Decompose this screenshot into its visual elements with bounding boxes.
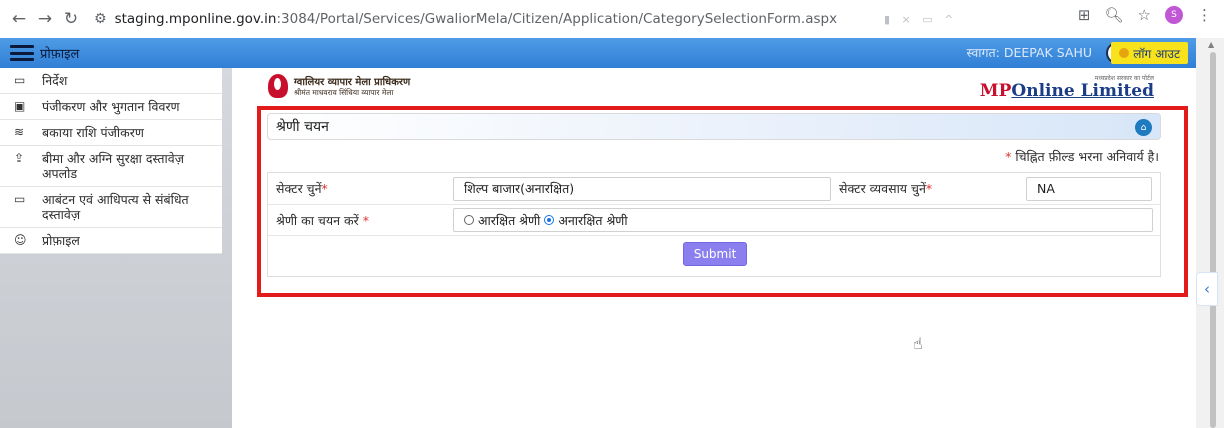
sidebar-item-instructions[interactable]: ▭ निर्देश <box>0 68 222 94</box>
home-icon[interactable]: ⌂ <box>1135 119 1152 136</box>
back-icon[interactable]: ← <box>6 6 32 32</box>
upload-icon: ⇪ <box>14 151 25 165</box>
sidebar-item-label: बकाया राशि पंजीकरण <box>42 125 144 140</box>
sidebar-item-allotment-docs[interactable]: ▭ आबंटन एवं आधिपत्य से संबंधित दस्तावेज़ <box>0 187 222 228</box>
money-icon: ≋ <box>14 125 25 139</box>
sidebar-item-registration[interactable]: ▣ पंजीकरण और भुगतान विवरण <box>0 94 222 120</box>
sidebar-item-label: बीमा और अग्नि सुरक्षा दस्तावेज़ अपलोड <box>42 151 184 181</box>
radio-unreserved[interactable]: अनारक्षित श्रेणी <box>544 212 628 229</box>
logo-left-line1: ग्वालियर व्यापार मेला प्राधिकरण <box>294 77 411 88</box>
welcome-text: स्वागत: DEEPAK SAHU <box>966 45 1092 60</box>
sidebar-menu: ▭ निर्देश ▣ पंजीकरण और भुगतान विवरण ≋ बक… <box>0 68 222 254</box>
sidebar-item-label: प्रोफ़ाइल <box>42 233 80 248</box>
logo-strip: ग्वालियर व्यापार मेला प्राधिकरण श्रीमंत … <box>268 74 1162 104</box>
sidebar-item-label: निर्देश <box>42 73 68 88</box>
sector-label: सेक्टर चुनें* <box>268 180 453 197</box>
side-panel-toggle-icon[interactable]: ‹ <box>1196 272 1218 306</box>
sector-label-text: सेक्टर चुनें <box>276 181 322 196</box>
category-label-text: श्रेणी का चयन करें <box>276 212 359 228</box>
site-info-icon[interactable]: ⚙ <box>94 11 107 27</box>
mponline-online: Online Limited <box>1011 81 1154 101</box>
url-text: staging.mponline.gov.in:3084/Portal/Serv… <box>115 11 838 27</box>
sidebar-item-label: आबंटन एवं आधिपत्य से संबंधित दस्तावेज़ <box>42 192 189 222</box>
document-icon: ▭ <box>14 73 26 87</box>
business-label-text: सेक्टर व्यवसाय चुनें <box>839 181 926 196</box>
bookmark-star-icon[interactable]: ☆ <box>1138 6 1151 24</box>
window-controls-icon: ▮ × ▭ ^ <box>884 12 958 26</box>
header-brand: प्रोफ़ाइल <box>40 47 80 62</box>
category-row: श्रेणी का चयन करें * आरक्षित श्रेणी अनार… <box>268 205 1160 236</box>
register-icon: ▣ <box>14 99 26 113</box>
sidebar-item-insurance-upload[interactable]: ⇪ बीमा और अग्नि सुरक्षा दस्तावेज़ अपलोड <box>0 146 222 187</box>
address-bar[interactable]: ⚙ staging.mponline.gov.in:3084/Portal/Se… <box>94 4 864 34</box>
required-note: * चिह्नित फ़ील्ड भरना अनिवार्य है। <box>1005 148 1159 165</box>
radio-reserved-circle[interactable] <box>464 215 474 225</box>
mponline-logo: मध्यप्रदेश सरकार का पोर्टल MPOnline Limi… <box>980 74 1154 100</box>
browser-menu-icon[interactable]: ⋮ <box>1197 6 1212 24</box>
business-select[interactable]: NA <box>1026 176 1152 201</box>
gwalior-mela-emblem-icon <box>268 74 288 98</box>
mponline-mp: MP <box>979 81 1012 101</box>
app-header: प्रोफ़ाइल स्वागत: DEEPAK SAHU लॉग आउट <box>0 38 1196 68</box>
scroll-up-icon[interactable]: ▲ <box>1208 40 1214 49</box>
forward-icon[interactable]: → <box>32 6 58 32</box>
panel-header: श्रेणी चयन ⌂ <box>267 113 1161 140</box>
url-path: :3084/Portal/Services/GwaliorMela/Citize… <box>276 11 838 27</box>
page-scrollbar[interactable]: ▲ <box>1196 38 1224 428</box>
url-host: staging.mponline.gov.in <box>114 11 277 27</box>
reload-icon[interactable]: ↻ <box>58 6 84 32</box>
profile-icon: ☺ <box>14 233 27 247</box>
panel-title: श्रेणी चयन <box>276 119 329 135</box>
required-star-icon: * <box>321 181 328 196</box>
sector-row: सेक्टर चुनें* शिल्प बाजार(अनारक्षित) सेक… <box>268 173 1160 205</box>
required-note-text: चिह्नित फ़ील्ड भरना अनिवार्य है। <box>1015 149 1159 164</box>
hand-cursor-icon: ☝ <box>913 334 923 353</box>
category-label: श्रेणी का चयन करें * <box>268 212 453 229</box>
logo-left-line2: श्रीमंत माधवराव सिंधिया व्यापार मेला <box>294 88 394 97</box>
sidebar-item-profile[interactable]: ☺ प्रोफ़ाइल <box>0 228 222 254</box>
category-radio-group: आरक्षित श्रेणी अनारक्षित श्रेणी <box>453 208 1153 232</box>
category-selection-panel: श्रेणी चयन ⌂ * चिह्नित फ़ील्ड भरना अनिवा… <box>267 113 1161 281</box>
required-star-icon: * <box>358 212 369 228</box>
required-star-icon: * <box>1005 149 1016 164</box>
scrollbar-thumb[interactable] <box>1210 52 1216 428</box>
radio-reserved[interactable]: आरक्षित श्रेणी <box>464 212 540 229</box>
gwalior-mela-logo: ग्वालियर व्यापार मेला प्राधिकरण श्रीमंत … <box>268 74 410 98</box>
browser-actions: ⊞ 🔍︎ ☆ S ⋮ <box>1078 6 1212 24</box>
logout-icon <box>1119 48 1130 58</box>
sidebar-item-label: पंजीकरण और भुगतान विवरण <box>42 99 180 114</box>
sector-select[interactable]: शिल्प बाजार(अनारक्षित) <box>453 176 831 201</box>
radio-unreserved-circle[interactable] <box>544 215 555 225</box>
sidebar-item-dues[interactable]: ≋ बकाया राशि पंजीकरण <box>0 120 222 146</box>
logout-label: लॉग आउट <box>1133 46 1180 61</box>
mponline-wordmark: MPOnline Limited <box>980 82 1154 100</box>
radio-reserved-label: आरक्षित श्रेणी <box>478 212 541 228</box>
category-form: सेक्टर चुनें* शिल्प बाजार(अनारक्षित) सेक… <box>267 172 1161 277</box>
radio-unreserved-label: अनारक्षित श्रेणी <box>558 212 628 228</box>
browser-toolbar: ← → ↻ ⚙ staging.mponline.gov.in:3084/Por… <box>0 0 1224 38</box>
document-icon: ▭ <box>14 192 26 206</box>
logout-button[interactable]: लॉग आउट <box>1111 42 1188 64</box>
browser-profile-avatar[interactable]: S <box>1165 6 1183 24</box>
hamburger-menu-icon[interactable] <box>10 45 34 61</box>
submit-button[interactable]: Submit <box>683 242 747 266</box>
sidebar: ▭ निर्देश ▣ पंजीकरण और भुगतान विवरण ≋ बक… <box>0 68 232 428</box>
submit-row: Submit <box>268 236 1160 276</box>
business-label: सेक्टर व्यवसाय चुनें* <box>831 180 1026 197</box>
required-star-icon: * <box>925 181 933 196</box>
zoom-icon[interactable]: 🔍︎ <box>1105 6 1124 24</box>
translate-icon[interactable]: ⊞ <box>1078 6 1091 24</box>
